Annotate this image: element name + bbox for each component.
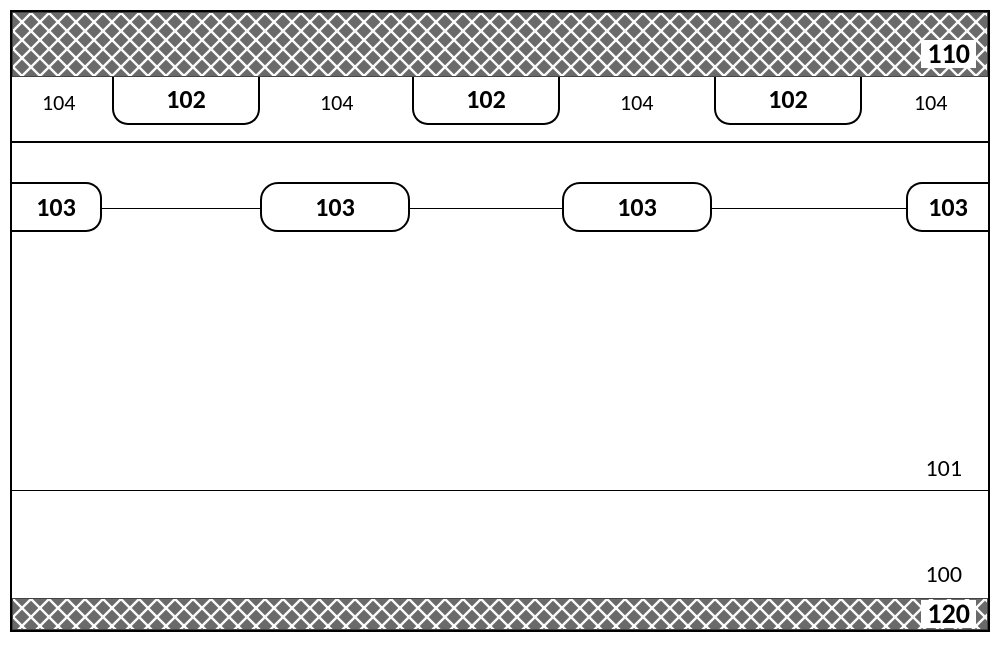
region-102: 102 (112, 77, 260, 125)
bottom-hatched-layer (12, 598, 988, 630)
label-104: 104 (320, 89, 353, 116)
label-100: 100 (926, 560, 963, 589)
top-hatched-layer (12, 12, 988, 77)
label-104: 104 (914, 89, 947, 116)
label-120: 120 (921, 600, 976, 628)
label-101: 101 (926, 454, 963, 483)
region-102: 102 (714, 77, 862, 125)
line-103 (12, 208, 988, 209)
diagram-frame: 110 104 102 104 102 104 102 104 103 103 … (10, 10, 990, 632)
top-region-layer: 104 102 104 102 104 102 104 (12, 77, 988, 143)
region-103: 103 (12, 182, 102, 232)
label-104: 104 (42, 89, 75, 116)
region-102: 102 (412, 77, 560, 125)
region-103: 103 (260, 182, 410, 232)
region-103: 103 (562, 182, 712, 232)
region-103: 103 (906, 182, 988, 232)
label-110: 110 (921, 40, 976, 68)
divider-101 (12, 490, 988, 491)
label-104: 104 (620, 89, 653, 116)
